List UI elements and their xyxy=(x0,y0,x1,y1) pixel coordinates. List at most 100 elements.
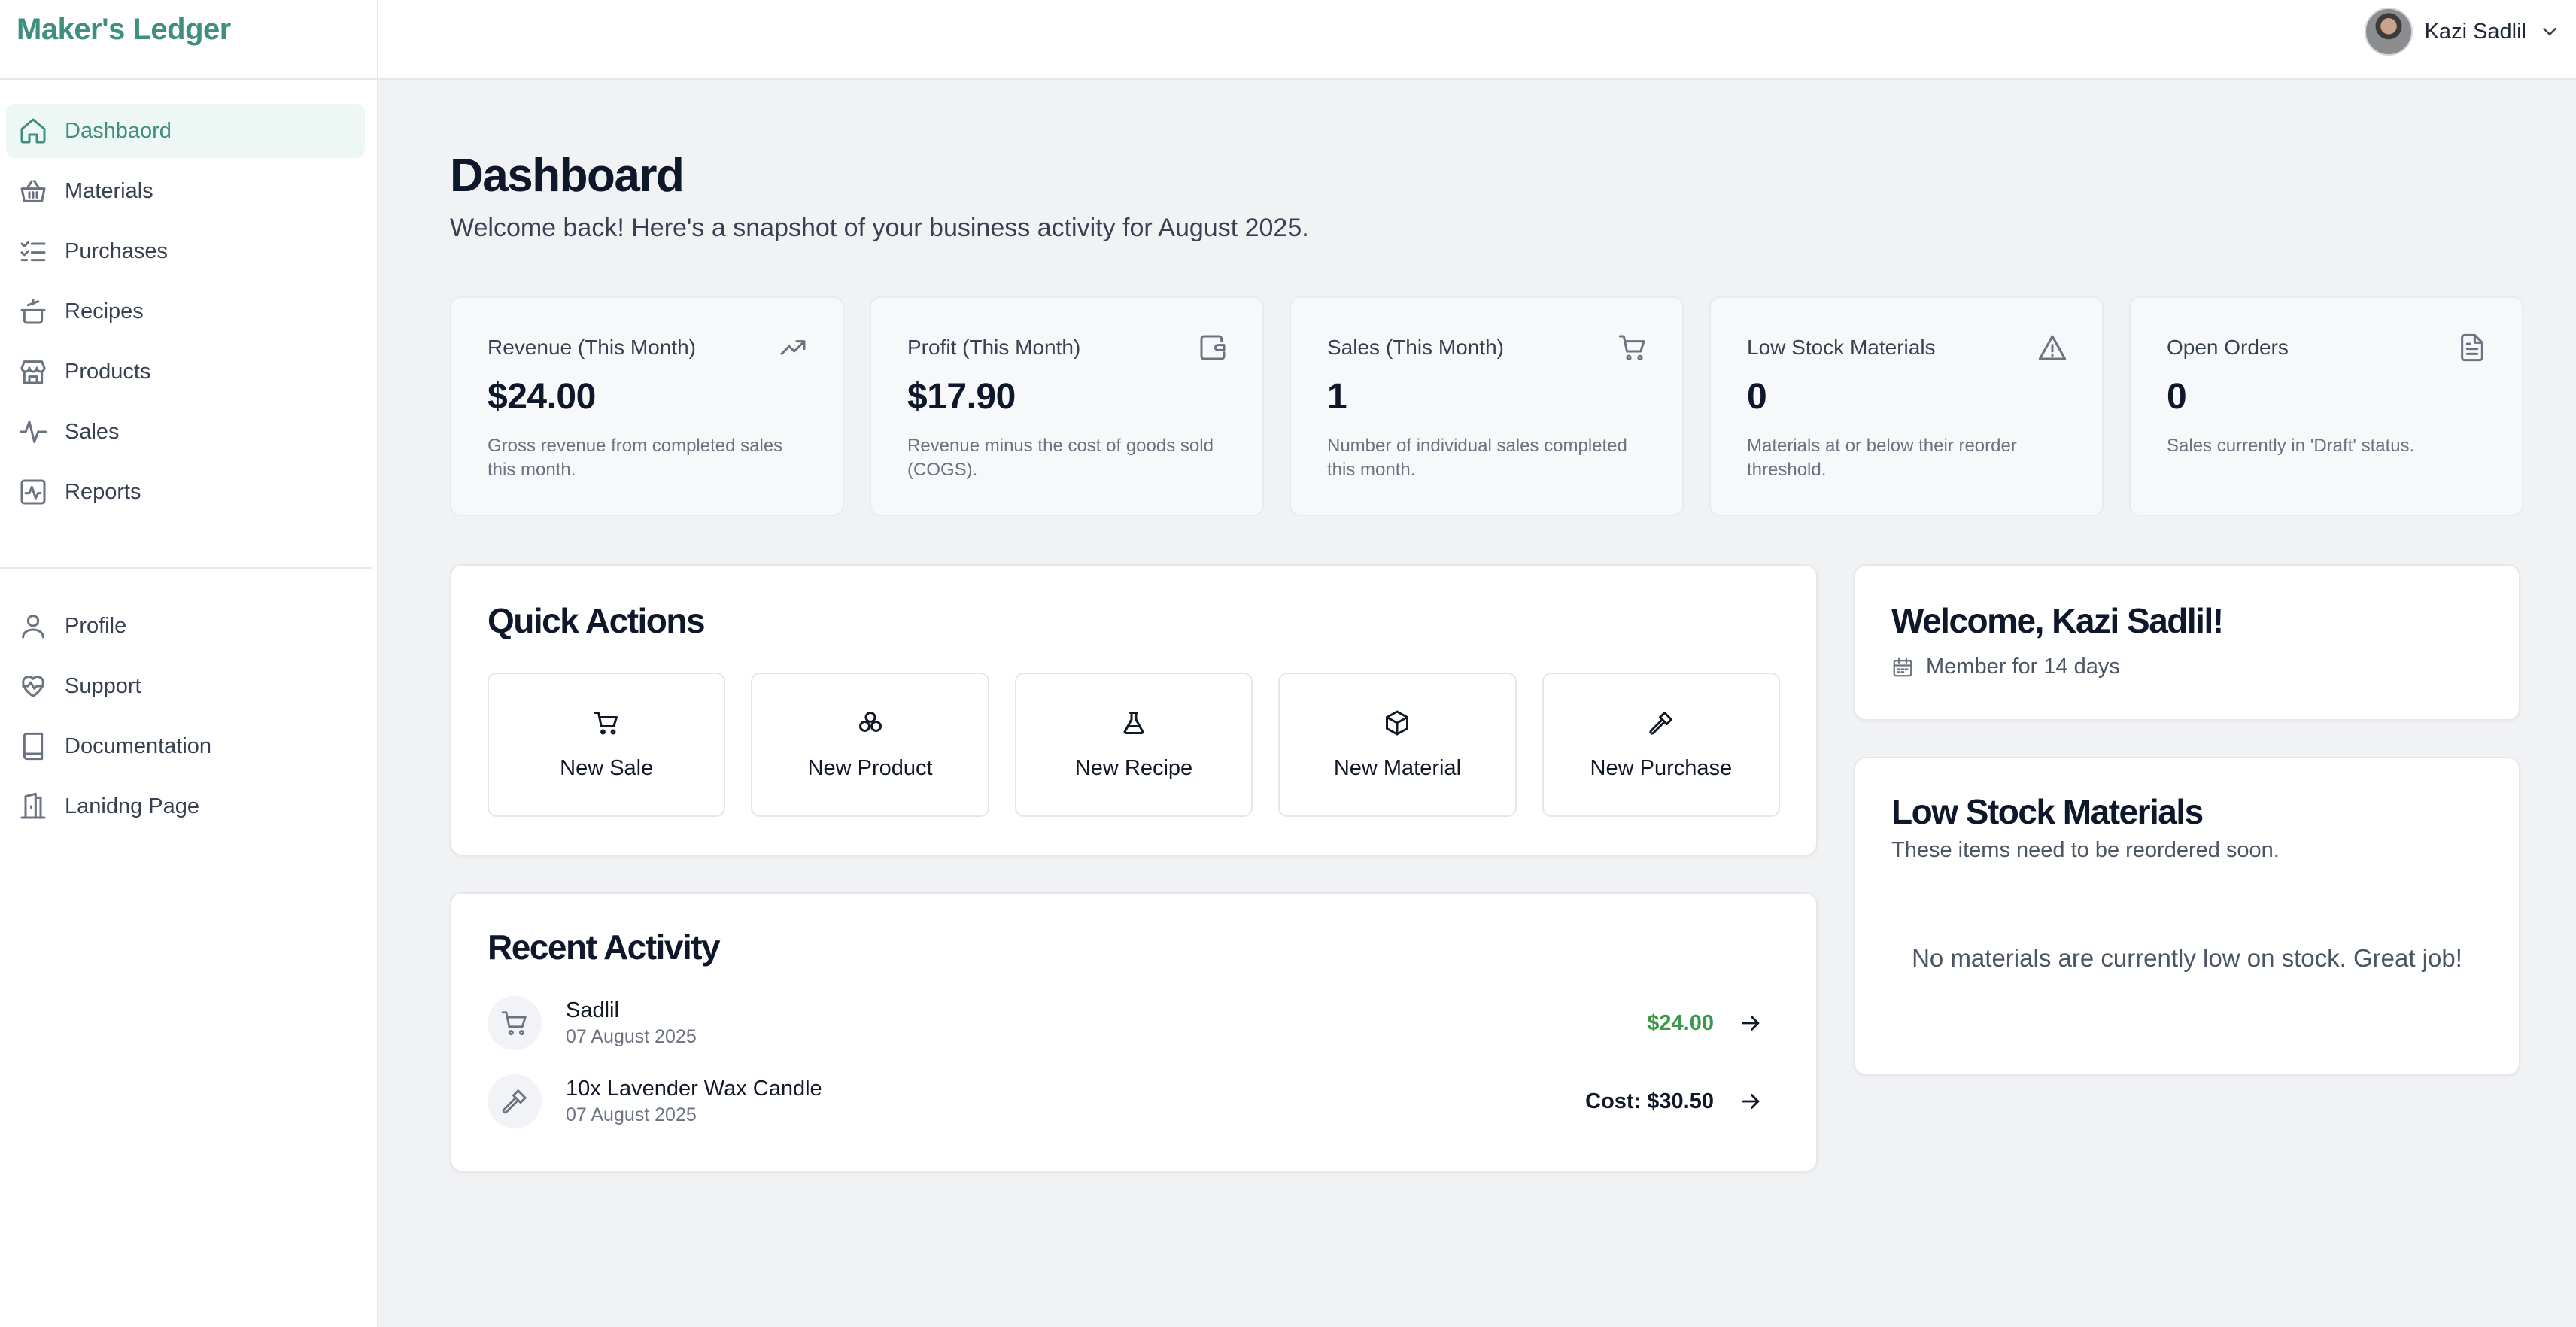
activity-icon-badge xyxy=(488,996,542,1050)
sidebar-item-profile[interactable]: Profile xyxy=(6,599,365,653)
user-name: Kazi Sadlil xyxy=(2424,19,2526,44)
welcome-card: Welcome, Kazi Sadlil! Member for 14 days xyxy=(1854,564,2520,721)
cooking-pot-icon xyxy=(18,296,48,326)
activity-row[interactable]: 10x Lavender Wax Candle 07 August 2025 C… xyxy=(488,1071,1780,1131)
activity-row[interactable]: Sadlil 07 August 2025 $24.00 xyxy=(488,993,1780,1053)
sidebar-item-recipes[interactable]: Recipes xyxy=(6,284,365,339)
stat-label: Sales (This Month) xyxy=(1327,336,1504,359)
member-text: Member for 14 days xyxy=(1926,654,2120,679)
sidebar: Maker's Ledger Dashbaord Materials Purch… xyxy=(0,0,378,1327)
stat-description: Number of individual sales completed thi… xyxy=(1327,436,1627,480)
new-product-button[interactable]: New Product xyxy=(751,673,989,817)
activity-date: 07 August 2025 xyxy=(566,1026,697,1047)
cart-icon xyxy=(500,1009,529,1037)
activity-amount: $24.00 xyxy=(1647,1010,1714,1035)
main-nav: Dashbaord Materials Purchases Recipes Pr… xyxy=(0,80,377,519)
sidebar-item-label: Recipes xyxy=(65,299,144,323)
button-label: New Product xyxy=(807,755,933,780)
brand-logo[interactable]: Maker's Ledger xyxy=(17,13,231,47)
basket-icon xyxy=(18,176,48,206)
button-label: New Material xyxy=(1333,755,1462,780)
sidebar-item-materials[interactable]: Materials xyxy=(6,164,365,218)
sidebar-item-products[interactable]: Products xyxy=(6,345,365,399)
hammer-icon xyxy=(1648,709,1675,736)
sidebar-item-label: Materials xyxy=(65,178,153,203)
stat-card-profit: Profit (This Month) $17.90 Revenue minus… xyxy=(870,296,1264,516)
stat-value: 0 xyxy=(1747,377,1767,417)
low-stock-card: Low Stock Materials These items need to … xyxy=(1854,757,2520,1076)
stat-card-revenue: Revenue (This Month) $24.00 Gross revenu… xyxy=(450,296,844,516)
secondary-nav: Profile Support Documentation Lanidng Pa… xyxy=(0,599,377,834)
sidebar-item-support[interactable]: Support xyxy=(6,659,365,713)
sidebar-item-purchases[interactable]: Purchases xyxy=(6,224,365,278)
activity-text: Sadlil 07 August 2025 xyxy=(566,998,1647,1048)
new-material-button[interactable]: New Material xyxy=(1278,673,1517,817)
sidebar-item-sales[interactable]: Sales xyxy=(6,405,365,459)
arrow-right-icon[interactable] xyxy=(1738,1089,1763,1114)
sidebar-item-label: Support xyxy=(65,673,141,698)
store-icon xyxy=(18,357,48,387)
member-duration: Member for 14 days xyxy=(1891,654,2483,679)
stat-description: Materials at or below their reorder thre… xyxy=(1747,436,2017,480)
user-icon xyxy=(18,611,48,641)
door-icon xyxy=(18,791,48,821)
stat-label: Open Orders xyxy=(2167,336,2289,359)
sidebar-item-documentation[interactable]: Documentation xyxy=(6,719,365,773)
sidebar-divider xyxy=(0,567,372,569)
flask-icon xyxy=(1120,709,1147,736)
low-stock-empty-message: No materials are currently low on stock.… xyxy=(1912,944,2462,972)
activity-amount: Cost: $30.50 xyxy=(1585,1089,1714,1113)
sidebar-item-reports[interactable]: Reports xyxy=(6,465,365,519)
recent-activity-title: Recent Activity xyxy=(488,928,721,967)
home-icon xyxy=(18,116,48,146)
calendar-icon xyxy=(1891,656,1914,679)
stat-value: 1 xyxy=(1327,377,1347,417)
stat-description: Sales currently in 'Draft' status. xyxy=(2167,436,2415,456)
activity-icon xyxy=(18,417,48,447)
stat-label: Profit (This Month) xyxy=(907,336,1081,359)
box-icon xyxy=(1384,709,1411,736)
stat-card-open-orders: Open Orders 0 Sales currently in 'Draft'… xyxy=(2129,296,2523,516)
new-recipe-button[interactable]: New Recipe xyxy=(1014,673,1253,817)
trending-up-icon xyxy=(778,333,808,363)
stat-description: Gross revenue from completed sales this … xyxy=(488,436,783,480)
sidebar-item-label: Purchases xyxy=(65,238,169,263)
activity-title: 10x Lavender Wax Candle xyxy=(566,1076,822,1101)
quick-actions-grid: New Sale New Product New Recipe New Mate… xyxy=(488,673,1781,817)
page-subtitle: Welcome back! Here's a snapshot of your … xyxy=(450,214,1309,242)
alert-triangle-icon xyxy=(2037,333,2067,363)
list-check-icon xyxy=(18,236,48,266)
wallet-icon xyxy=(1198,333,1228,363)
avatar[interactable] xyxy=(2364,8,2413,56)
stat-description: Revenue minus the cost of goods sold (CO… xyxy=(907,436,1214,480)
new-purchase-button[interactable]: New Purchase xyxy=(1542,673,1781,817)
low-stock-title: Low Stock Materials xyxy=(1891,792,2204,831)
stat-label: Low Stock Materials xyxy=(1747,336,1936,359)
sidebar-item-label: Dashbaord xyxy=(65,118,172,143)
book-icon xyxy=(18,731,48,761)
sidebar-item-label: Sales xyxy=(65,419,120,444)
quick-actions-card: Quick Actions New Sale New Product New R… xyxy=(450,564,1818,856)
page-title: Dashboard xyxy=(450,150,685,202)
stat-value: $24.00 xyxy=(488,377,596,417)
activity-title: Sadlil xyxy=(566,998,619,1022)
user-menu[interactable]: Kazi Sadlil xyxy=(2364,8,2561,56)
chart-pulse-icon xyxy=(18,477,48,507)
stat-label: Revenue (This Month) xyxy=(488,336,697,359)
sidebar-item-landing-page[interactable]: Lanidng Page xyxy=(6,779,365,834)
sidebar-item-label: Products xyxy=(65,359,151,384)
stat-value: $17.90 xyxy=(907,377,1016,417)
brand-bar: Maker's Ledger xyxy=(0,0,377,80)
document-icon xyxy=(2457,333,2487,363)
activity-date: 07 August 2025 xyxy=(566,1104,697,1125)
cart-icon xyxy=(593,709,620,736)
chevron-down-icon[interactable] xyxy=(2538,20,2561,43)
button-label: New Recipe xyxy=(1074,755,1193,780)
sidebar-item-label: Profile xyxy=(65,613,127,638)
heart-pulse-icon xyxy=(18,671,48,701)
sidebar-item-label: Documentation xyxy=(65,733,212,758)
arrow-right-icon[interactable] xyxy=(1738,1010,1763,1036)
new-sale-button[interactable]: New Sale xyxy=(488,673,726,817)
sidebar-item-dashboard[interactable]: Dashbaord xyxy=(6,104,365,158)
recent-activity-card: Recent Activity Sadlil 07 August 2025 $2… xyxy=(450,892,1818,1172)
